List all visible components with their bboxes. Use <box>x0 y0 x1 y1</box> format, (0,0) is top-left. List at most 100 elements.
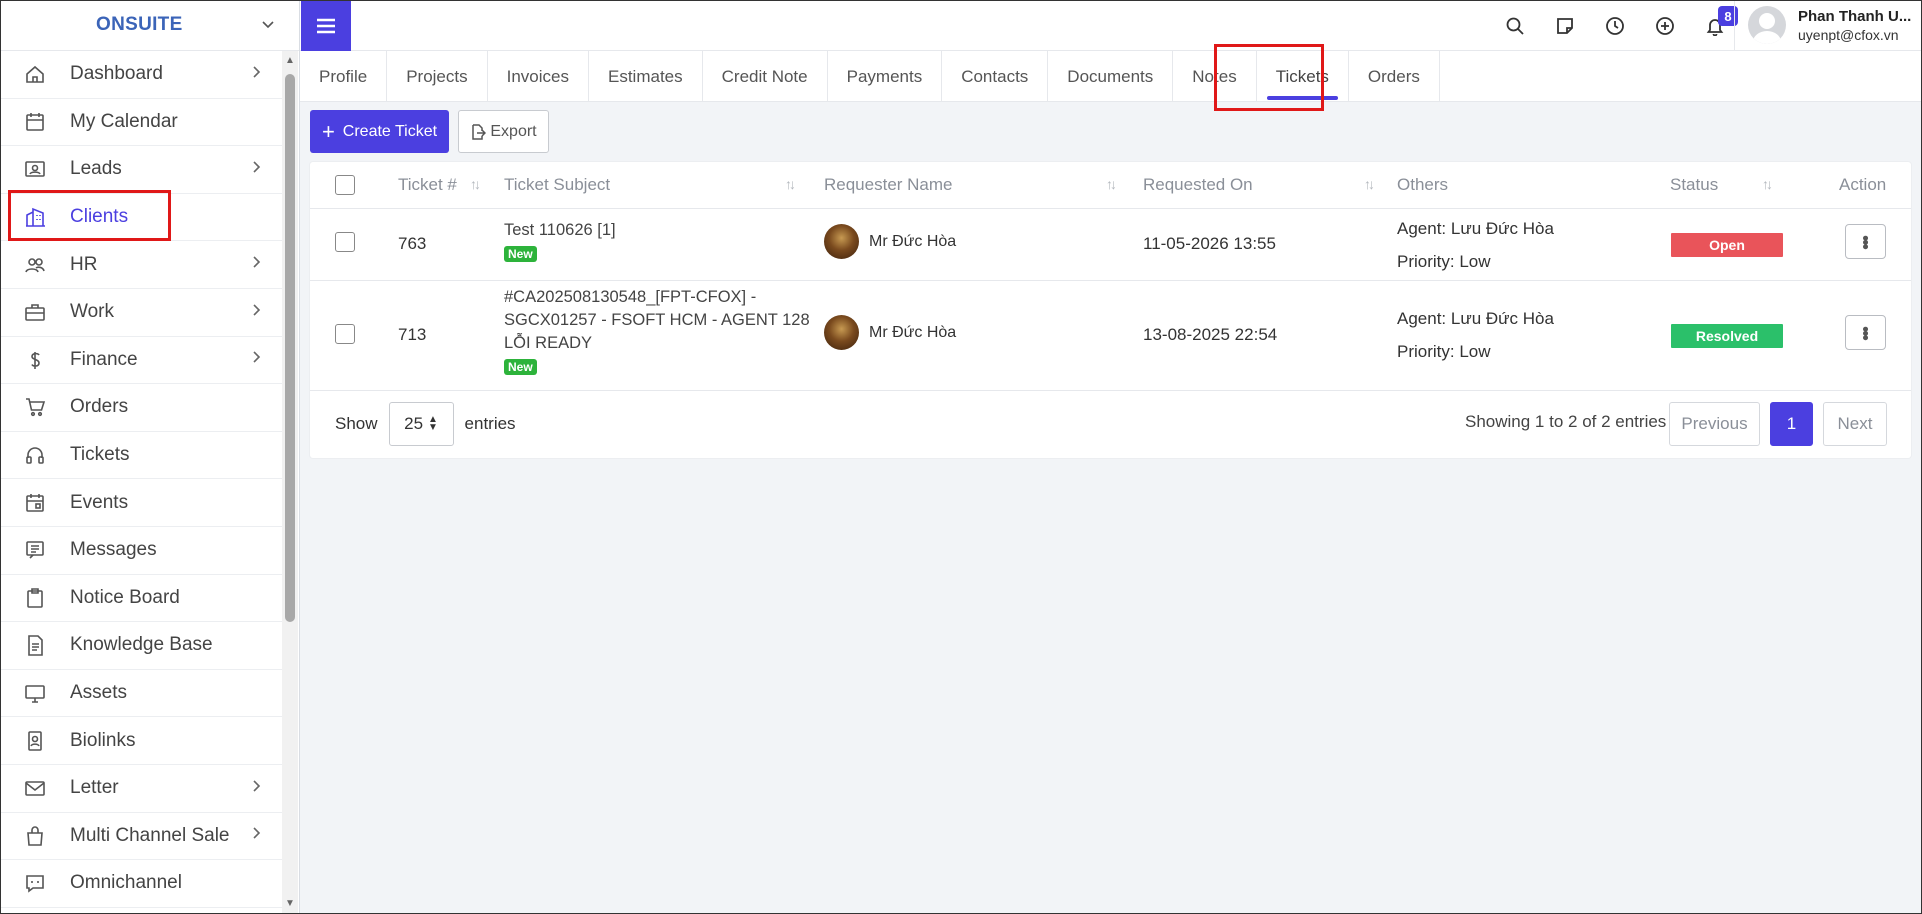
add-new-button[interactable] <box>1640 0 1690 51</box>
cart-icon <box>24 396 46 418</box>
create-ticket-button[interactable]: + Create Ticket <box>310 110 449 153</box>
page-size-select[interactable]: 25 ▲ ▼ <box>388 402 454 446</box>
tab-payments[interactable]: Payments <box>828 51 943 102</box>
header-requester-name[interactable]: Requester Name <box>824 162 953 208</box>
scrollbar-thumb[interactable] <box>285 74 295 622</box>
tab-orders[interactable]: Orders <box>1349 51 1440 102</box>
ticket-subject-link[interactable]: #CA202508130548_[FPT-CFOX] - SGCX01257 -… <box>504 286 810 378</box>
tab-tickets[interactable]: Tickets <box>1257 51 1349 102</box>
row-checkbox[interactable] <box>335 232 355 252</box>
sort-icon[interactable]: ↑↓ <box>470 176 481 192</box>
sidebar-item-omnichannel[interactable]: Omnichannel <box>0 860 282 908</box>
sidebar-item-label: Letter <box>70 777 119 799</box>
briefcase-icon <box>24 301 46 323</box>
sidebar-item-orders[interactable]: Orders <box>0 384 282 432</box>
page-size-control: Show 25 ▲ ▼ entries <box>335 402 516 446</box>
notifications-button[interactable]: 8 <box>1690 0 1740 51</box>
sidebar-item-my-calendar[interactable]: My Calendar <box>0 99 282 147</box>
sidebar-item-events[interactable]: Events <box>0 479 282 527</box>
sidebar-item-label: Finance <box>70 348 138 370</box>
sidebar-item-label: My Calendar <box>70 110 178 132</box>
plus-icon: + <box>321 118 335 144</box>
sidebar-item-messages[interactable]: Messages <box>0 527 282 575</box>
sidebar-item-biolinks[interactable]: Biolinks <box>0 717 282 765</box>
sidebar-item-notice-board[interactable]: Notice Board <box>0 575 282 623</box>
people-icon <box>24 254 46 276</box>
entries-label: entries <box>464 414 516 433</box>
event-calendar-icon <box>24 492 46 514</box>
sort-icon[interactable]: ↑↓ <box>1762 176 1773 192</box>
user-name: Phan Thanh U... <box>1798 7 1912 25</box>
new-badge: New <box>504 246 537 262</box>
sort-icon[interactable]: ↑↓ <box>1106 176 1117 192</box>
status-badge[interactable]: Resolved <box>1671 324 1783 348</box>
sidebar-item-work[interactable]: Work <box>0 289 282 337</box>
previous-page-button[interactable]: Previous <box>1669 402 1760 446</box>
requester[interactable]: Mr Đức Hòa <box>824 315 956 350</box>
building-icon <box>24 206 46 228</box>
sort-desc-icon[interactable]: ↑↓ <box>1364 176 1375 192</box>
user-email: uyenpt@cfox.vn <box>1798 26 1899 43</box>
hamburger-menu-button[interactable] <box>301 1 351 51</box>
sidebar: ONSUITE Dashboard My Calendar Leads Clients… <box>0 0 300 914</box>
next-page-button[interactable]: Next <box>1823 402 1887 446</box>
headset-icon <box>24 444 46 466</box>
agent-text: Agent: Lưu Đức Hòa <box>1397 309 1554 328</box>
envelope-icon <box>24 777 46 799</box>
sticky-note-button[interactable] <box>1540 0 1590 51</box>
sidebar-item-label: Assets <box>70 682 128 704</box>
requester-name: Mr Đức Hòa <box>869 232 957 250</box>
sidebar-item-clients[interactable]: Clients <box>0 194 282 242</box>
kebab-icon: ••• <box>1855 235 1876 248</box>
header-requested-on[interactable]: Requested On <box>1143 162 1253 208</box>
tab-documents[interactable]: Documents <box>1048 51 1174 102</box>
export-label: Export <box>490 122 537 140</box>
header-status[interactable]: Status <box>1670 162 1718 208</box>
sidebar-item-finance[interactable]: Finance <box>0 337 282 385</box>
sidebar-item-label: Knowledge Base <box>70 634 213 656</box>
user-menu[interactable]: Phan Thanh U... uyenpt@cfox.vn <box>1748 6 1911 44</box>
tab-projects[interactable]: Projects <box>387 51 488 102</box>
header-others: Others <box>1397 175 1449 194</box>
select-all-checkbox[interactable] <box>335 175 355 195</box>
search-button[interactable] <box>1490 0 1540 51</box>
header-ticket-subject[interactable]: Ticket Subject <box>504 162 610 208</box>
row-actions-button[interactable]: ••• <box>1845 224 1886 259</box>
scroll-up-arrow-icon[interactable]: ▲ <box>285 55 295 66</box>
sidebar-item-knowledge-base[interactable]: Knowledge Base <box>0 622 282 670</box>
row-checkbox[interactable] <box>335 324 355 344</box>
sidebar-item-dashboard[interactable]: Dashboard <box>0 51 282 99</box>
tab-invoices[interactable]: Invoices <box>488 51 589 102</box>
export-button[interactable]: Export <box>458 110 549 153</box>
requester[interactable]: Mr Đức Hòa <box>824 224 956 259</box>
sidebar-item-assets[interactable]: Assets <box>0 670 282 718</box>
sidebar-scrollbar[interactable]: ▲ ▼ <box>282 51 298 913</box>
message-icon <box>24 539 46 561</box>
sort-icon[interactable]: ↑↓ <box>785 176 796 192</box>
row-actions-button[interactable]: ••• <box>1845 315 1886 350</box>
header-action: Action <box>1839 175 1887 194</box>
sidebar-item-multi-channel-sale[interactable]: Multi Channel Sale <box>0 813 282 861</box>
sidebar-item-leads[interactable]: Leads <box>0 146 282 194</box>
tab-credit-note[interactable]: Credit Note <box>703 51 828 102</box>
tab-contacts[interactable]: Contacts <box>942 51 1049 102</box>
brand-header[interactable]: ONSUITE <box>0 0 299 51</box>
id-card-icon <box>24 158 46 180</box>
sidebar-item-letter[interactable]: Letter <box>0 765 282 813</box>
row-divider <box>310 390 1911 391</box>
requester-name: Mr Đức Hòa <box>869 323 957 341</box>
header-ticket-no[interactable]: Ticket # <box>398 162 457 208</box>
kebab-icon: ••• <box>1855 326 1876 339</box>
status-badge[interactable]: Open <box>1671 233 1783 257</box>
ticket-subject-link[interactable]: Test 110626 [1] New <box>504 219 616 265</box>
page-1-button[interactable]: 1 <box>1770 402 1813 446</box>
tab-profile[interactable]: Profile <box>300 51 388 102</box>
tab-notes[interactable]: Notes <box>1173 51 1257 102</box>
bag-icon <box>24 825 46 847</box>
sidebar-item-tickets[interactable]: Tickets <box>0 432 282 480</box>
scroll-down-arrow-icon[interactable]: ▼ <box>285 898 295 909</box>
chevron-down-icon[interactable] <box>261 17 275 34</box>
sidebar-item-hr[interactable]: HR <box>0 241 282 289</box>
clock-button[interactable] <box>1590 0 1640 51</box>
tab-estimates[interactable]: Estimates <box>589 51 703 102</box>
